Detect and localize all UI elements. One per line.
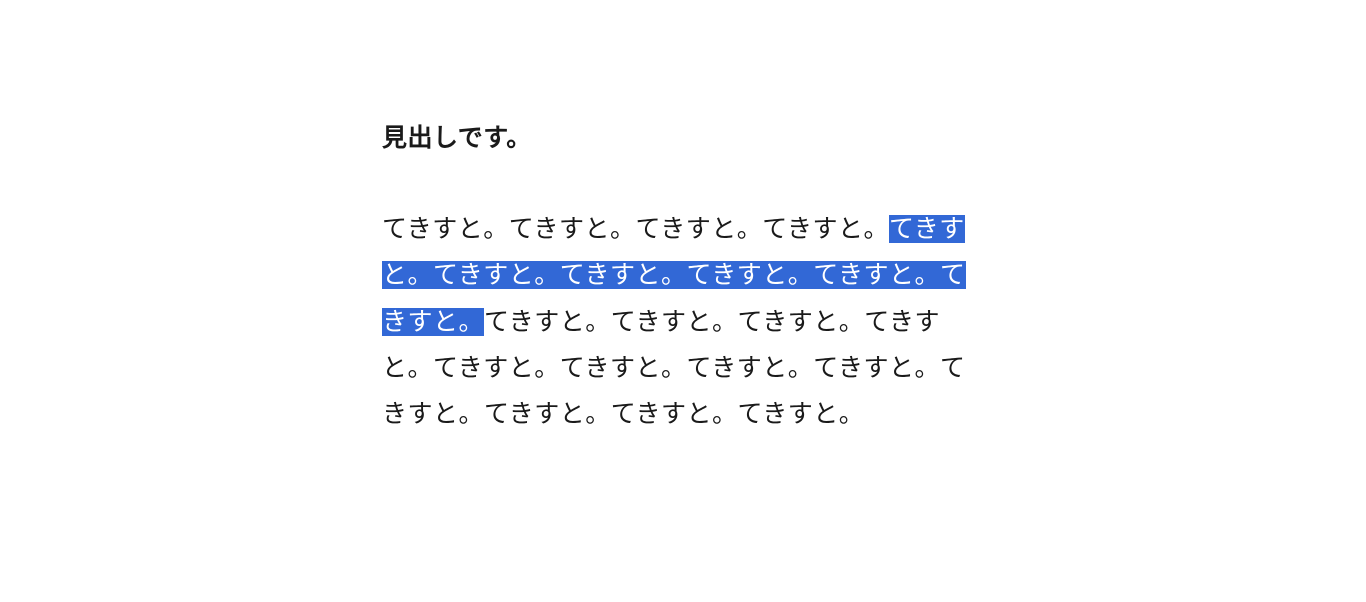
document-content: 見出しです。 てきすと。てきすと。てきすと。てきすと。てきすと。てきすと。てきす… — [382, 118, 982, 437]
body-paragraph[interactable]: てきすと。てきすと。てきすと。てきすと。てきすと。てきすと。てきすと。てきすと。… — [382, 206, 982, 437]
text-before-selection: てきすと。てきすと。てきすと。てきすと。 — [382, 215, 889, 243]
heading[interactable]: 見出しです。 — [382, 118, 982, 154]
